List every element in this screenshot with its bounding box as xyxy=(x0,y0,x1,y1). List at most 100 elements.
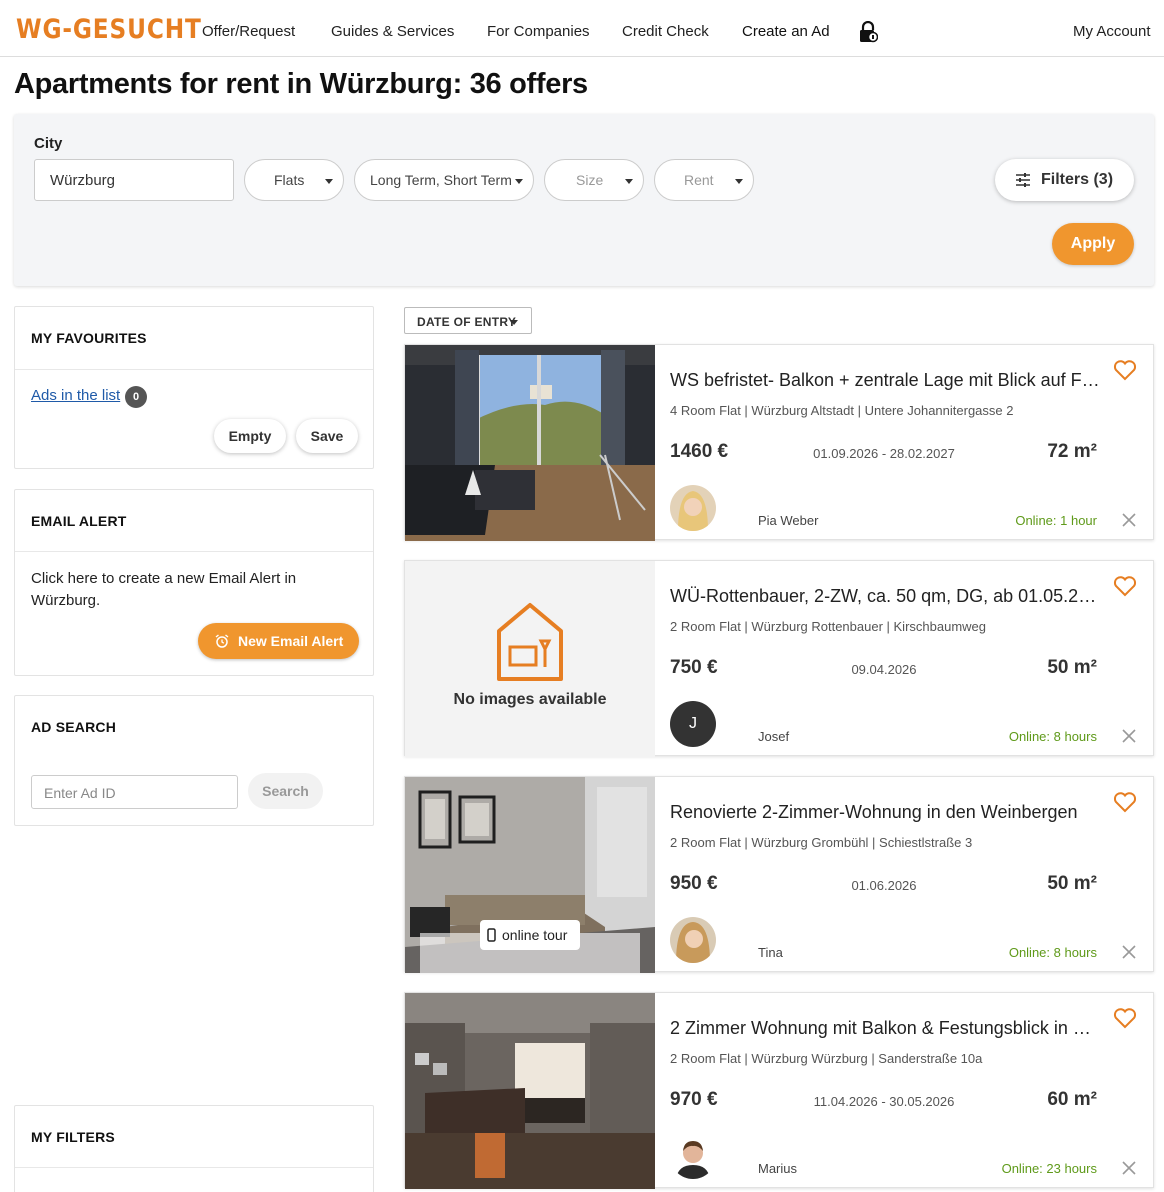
nav-my-account[interactable]: My Account xyxy=(1073,23,1151,40)
online-tour-label: online tour xyxy=(502,927,568,943)
no-images-label: No images available xyxy=(453,691,607,708)
listing-title[interactable]: Renovierte 2-Zimmer-Wohnung in den Weinb… xyxy=(670,802,1100,823)
caret-down-icon xyxy=(510,320,518,325)
listing-price: 950 € xyxy=(670,873,718,894)
type-select[interactable]: Flats xyxy=(244,159,344,201)
favourites-title: MY FAVOURITES xyxy=(31,330,147,346)
lock-account-icon[interactable] xyxy=(858,21,878,43)
listing-size: 60 m² xyxy=(1047,1089,1097,1110)
city-label: City xyxy=(34,135,63,152)
listing-photo[interactable]: online tour xyxy=(405,777,655,973)
sort-label: DATE OF ENTRY xyxy=(417,315,517,329)
online-status: Online: 8 hours xyxy=(1008,729,1097,744)
poster-name: Tina xyxy=(758,945,783,960)
close-icon[interactable] xyxy=(1122,513,1136,527)
listing-dates: 01.09.2026 - 28.02.2027 xyxy=(813,446,955,461)
poster-name: Pia Weber xyxy=(758,513,819,528)
listing-price: 970 € xyxy=(670,1089,718,1110)
avatar-image xyxy=(670,1133,716,1179)
listing-title[interactable]: WS befristet- Balkon + zentrale Lage mit… xyxy=(670,370,1100,391)
alarm-clock-icon xyxy=(215,634,229,648)
listing-details: 2 Room Flat | Würzburg Rottenbauer | Kir… xyxy=(670,619,986,634)
caret-down-icon xyxy=(735,179,743,184)
nav-guides-services[interactable]: Guides & Services xyxy=(331,23,454,40)
poster-name: Josef xyxy=(758,729,790,744)
favourites-box: MY FAVOURITES Ads in the list 0 Empty Sa… xyxy=(14,306,374,469)
listing-title[interactable]: 2 Zimmer Wohnung mit Balkon & Festungsbl… xyxy=(670,1018,1100,1039)
close-icon[interactable] xyxy=(1122,729,1136,743)
size-select-placeholder: Size xyxy=(576,172,604,188)
listing-photo[interactable]: No images available xyxy=(405,561,655,757)
save-button[interactable]: Save xyxy=(296,419,358,453)
city-input[interactable]: Würzburg xyxy=(34,159,234,201)
online-status: Online: 8 hours xyxy=(1008,945,1097,960)
avatar xyxy=(670,485,716,531)
size-select[interactable]: Size xyxy=(544,159,644,201)
ad-search-button[interactable]: Search xyxy=(248,773,323,809)
top-nav: WG-GESUCHT Offer/Request Guides & Servic… xyxy=(0,0,1164,57)
my-filters-title: MY FILTERS xyxy=(31,1129,115,1145)
avatar xyxy=(670,1133,716,1179)
duration-select-value: Long Term, Short Term xyxy=(370,172,512,188)
close-icon[interactable] xyxy=(1122,945,1136,959)
divider xyxy=(15,551,373,552)
heart-outline-icon[interactable] xyxy=(1113,1007,1137,1029)
favourites-count-badge: 0 xyxy=(125,386,147,408)
listing-card[interactable]: No images available WÜ-Rottenbauer, 2-ZW… xyxy=(404,560,1154,757)
caret-down-icon xyxy=(515,179,523,184)
caret-down-icon xyxy=(325,179,333,184)
nav-credit-check[interactable]: Credit Check xyxy=(622,23,709,40)
rent-select[interactable]: Rent xyxy=(654,159,754,201)
ad-search-box: AD SEARCH Enter Ad ID Search xyxy=(14,695,374,826)
ad-search-title: AD SEARCH xyxy=(31,719,117,735)
heart-outline-icon[interactable] xyxy=(1113,791,1137,813)
listing-price: 750 € xyxy=(670,657,718,678)
filters-label: Filters (3) xyxy=(1041,171,1114,188)
listing-details: 2 Room Flat | Würzburg Grombühl | Schies… xyxy=(670,835,973,850)
listing-photo-image xyxy=(405,993,655,1189)
listing-photo[interactable] xyxy=(405,993,655,1189)
listing-card[interactable]: WS befristet- Balkon + zentrale Lage mit… xyxy=(404,344,1154,541)
sort-dropdown[interactable]: DATE OF ENTRY xyxy=(404,307,532,334)
email-alert-text: Click here to create a new Email Alert i… xyxy=(31,570,297,609)
avatar-image xyxy=(670,917,716,963)
rent-select-placeholder: Rent xyxy=(684,172,714,188)
online-status: Online: 1 hour xyxy=(1015,513,1097,528)
house-placeholder-icon xyxy=(497,603,563,681)
listing-details: 4 Room Flat | Würzburg Altstadt | Untere… xyxy=(670,403,1014,418)
page-title: Apartments for rent in Würzburg: 36 offe… xyxy=(14,68,588,100)
heart-outline-icon[interactable] xyxy=(1113,359,1137,381)
my-filters-box: MY FILTERS xyxy=(14,1105,374,1192)
nav-offer-request[interactable]: Offer/Request xyxy=(202,23,295,40)
listing-size: 72 m² xyxy=(1047,441,1097,462)
listing-card[interactable]: 2 Zimmer Wohnung mit Balkon & Festungsbl… xyxy=(404,992,1154,1189)
online-tour-badge[interactable]: online tour xyxy=(480,920,580,950)
listing-dates: 11.04.2026 - 30.05.2026 xyxy=(813,1094,955,1109)
listing-size: 50 m² xyxy=(1047,873,1097,894)
duration-select[interactable]: Long Term, Short Term xyxy=(354,159,534,201)
filters-button[interactable]: Filters (3) xyxy=(995,159,1134,201)
avatar: J xyxy=(670,701,716,747)
listing-title[interactable]: WÜ-Rottenbauer, 2-ZW, ca. 50 qm, DG, ab … xyxy=(670,586,1100,607)
apply-button[interactable]: Apply xyxy=(1052,223,1134,265)
avatar-image xyxy=(670,485,716,531)
new-email-alert-label: New Email Alert xyxy=(238,633,344,649)
close-icon[interactable] xyxy=(1122,1161,1136,1175)
listing-dates: 01.06.2026 xyxy=(851,878,917,893)
listing-price: 1460 € xyxy=(670,441,729,462)
nav-create-ad[interactable]: Create an Ad xyxy=(742,23,830,40)
avatar xyxy=(670,917,716,963)
phone-icon xyxy=(487,928,496,942)
nav-for-companies[interactable]: For Companies xyxy=(487,23,590,40)
listing-photo[interactable] xyxy=(405,345,655,541)
empty-button[interactable]: Empty xyxy=(214,419,286,453)
new-email-alert-button[interactable]: New Email Alert xyxy=(198,623,359,659)
caret-down-icon xyxy=(625,179,633,184)
ads-in-list-link[interactable]: Ads in the list xyxy=(31,387,120,404)
heart-outline-icon[interactable] xyxy=(1113,575,1137,597)
listing-dates: 09.04.2026 xyxy=(851,662,917,677)
ad-id-input[interactable]: Enter Ad ID xyxy=(31,775,238,809)
listing-card[interactable]: online tour Renovierte 2-Zimmer-Wohnung … xyxy=(404,776,1154,973)
poster-name: Marius xyxy=(758,1161,798,1176)
site-logo[interactable]: WG-GESUCHT xyxy=(16,14,202,45)
